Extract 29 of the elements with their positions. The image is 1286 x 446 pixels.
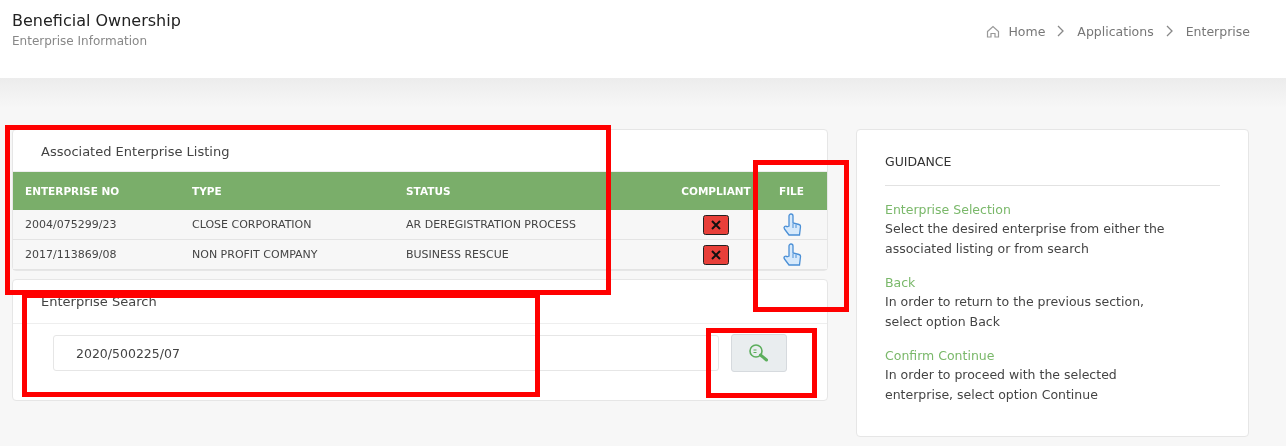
guidance-heading: Confirm Continue — [885, 348, 996, 363]
table-cell: 2004/075299/23 — [13, 210, 192, 240]
search-field[interactable]: 2020/500225/07 — [53, 335, 719, 371]
page-subtitle: Enterprise Information — [12, 34, 148, 48]
guidance-text: In order to return to the previous section, select option Back — [885, 293, 1146, 331]
column-header: STATUS — [406, 172, 676, 210]
guidance-heading: Back — [885, 275, 917, 290]
table-cell: NON PROFIT COMPANY — [192, 239, 406, 270]
page-title: Beneficial Ownership — [12, 11, 181, 30]
column-header: TYPE — [192, 172, 406, 210]
table-cell: AR DEREGISTRATION PROCESS — [406, 210, 676, 240]
column-header: COMPLIANT — [676, 172, 756, 210]
table-cell: CLOSE CORPORATION — [192, 210, 406, 240]
chevron-icon — [1057, 25, 1066, 37]
breadcrumb-link[interactable]: Applications — [1077, 23, 1154, 39]
guidance-text: In order to proceed with the selected enterprise, select option Continue — [885, 366, 1118, 404]
column-header: ENTERPRISE NO — [13, 172, 192, 210]
chevron-icon — [1165, 25, 1174, 37]
home-icon — [986, 24, 1001, 38]
search-button[interactable] — [731, 334, 787, 372]
table-cell: 2017/113869/08 — [13, 239, 192, 270]
column-header: FILE — [756, 172, 827, 210]
breadcrumb-link[interactable]: Enterprise — [1185, 23, 1250, 39]
guidance-heading: Enterprise Selection — [885, 202, 1012, 217]
guidance-title: GUIDANCE — [885, 154, 953, 169]
guidance-text: Select the desired enterprise from either the associated listing or from search — [885, 220, 1166, 258]
search-icon — [747, 343, 771, 363]
table-cell: BUSINESS RESCUE — [406, 239, 676, 270]
breadcrumb-link[interactable]: Home — [1008, 23, 1046, 39]
